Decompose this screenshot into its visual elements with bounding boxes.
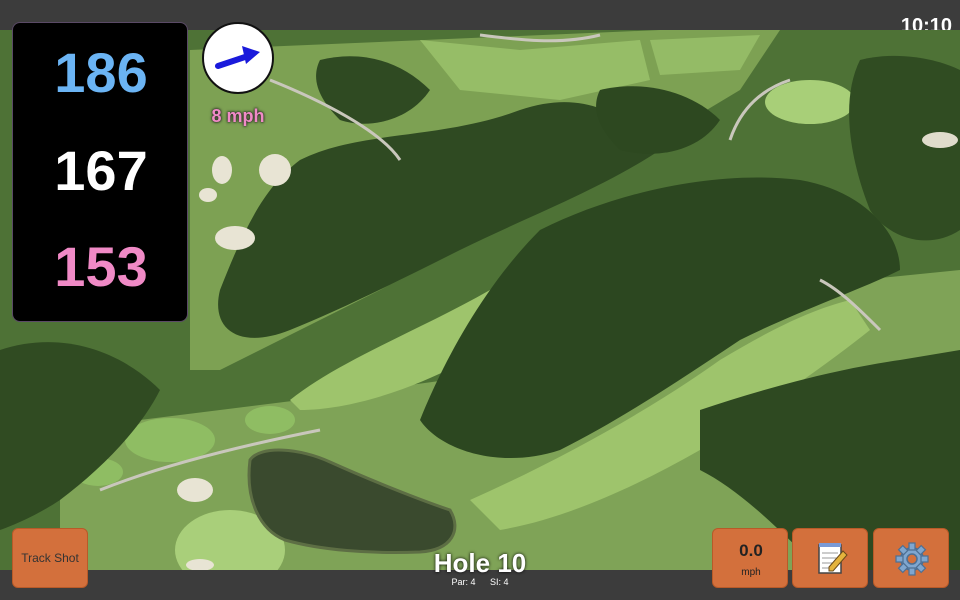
hole-stroke-index: SI: 4 xyxy=(490,577,509,587)
notepad-icon xyxy=(818,543,848,574)
hole-par: Par: 4 xyxy=(451,577,476,587)
gear-icon xyxy=(895,542,929,576)
hole-info: Par: 4 SI: 4 xyxy=(400,577,560,587)
settings-button[interactable] xyxy=(873,528,949,588)
wind-direction-arrow-icon xyxy=(215,46,260,69)
speed-unit: mph xyxy=(741,567,761,578)
notes-button[interactable] xyxy=(792,528,868,588)
wind-speed-label: 8 mph xyxy=(211,106,265,126)
track-shot-button[interactable]: Track Shot xyxy=(12,528,88,588)
speed-value: 0.0 xyxy=(739,541,763,560)
hole-title: Hole 10 xyxy=(433,548,527,578)
track-shot-label: Track Shot xyxy=(21,551,79,565)
distance-middle: 167 xyxy=(54,139,148,202)
speed-button[interactable]: 0.0 mph xyxy=(712,528,788,588)
distance-front: 153 xyxy=(54,235,148,298)
distance-panel: 186 167 153 xyxy=(12,22,188,322)
wind-direction-indicator xyxy=(202,22,274,94)
distance-back: 186 xyxy=(54,41,148,104)
